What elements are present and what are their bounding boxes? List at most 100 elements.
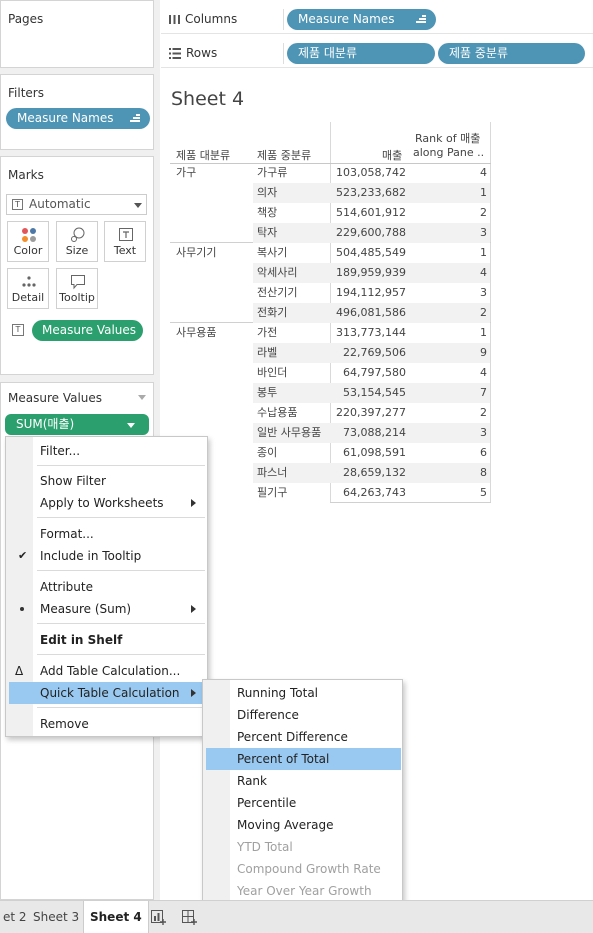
row-header-category[interactable]: 사무기기 <box>176 243 216 263</box>
row-header-subcategory[interactable]: 책장 <box>257 203 277 223</box>
sales-cell[interactable]: 64,263,743 <box>331 483 406 503</box>
row-header-subcategory[interactable]: 가구류 <box>257 163 287 183</box>
sales-cell[interactable]: 103,058,742 <box>331 163 406 183</box>
rank-cell[interactable]: 7 <box>410 383 487 403</box>
row-header-category[interactable]: 사무용품 <box>176 323 216 343</box>
submenu-item-ytd-total[interactable]: YTD Total <box>206 836 401 858</box>
header-sales[interactable]: 매출 <box>382 147 402 163</box>
columns-shelf[interactable]: Columns Measure Names <box>161 5 593 34</box>
sales-cell[interactable]: 53,154,545 <box>331 383 406 403</box>
tab-sheet-3[interactable]: Sheet 3 <box>27 901 85 933</box>
row-header-subcategory[interactable]: 봉투 <box>257 383 277 403</box>
rows-pill-category[interactable]: 제품 대분류 <box>287 43 435 64</box>
sales-cell[interactable]: 220,397,277 <box>331 403 406 423</box>
rank-cell[interactable]: 8 <box>410 463 487 483</box>
menu-item-quick-table-calculation[interactable]: Quick Table Calculation <box>9 682 206 704</box>
sales-cell[interactable]: 64,797,580 <box>331 363 406 383</box>
mark-type-select[interactable]: T Automatic <box>6 194 147 215</box>
rows-shelf[interactable]: Rows 제품 대분류 제품 중분류 <box>161 39 593 68</box>
header-rank-line2[interactable]: along Pane .. <box>413 146 484 159</box>
menu-item-show-filter[interactable]: Show Filter <box>9 470 206 492</box>
tooltip-button[interactable]: Tooltip <box>56 268 98 309</box>
row-header-subcategory[interactable]: 일반 사무용품 <box>257 423 321 443</box>
row-header-subcategory[interactable]: 악세사리 <box>257 263 297 283</box>
header-subcategory[interactable]: 제품 중분류 <box>257 147 311 163</box>
sales-cell[interactable]: 28,659,132 <box>331 463 406 483</box>
color-button[interactable]: Color <box>7 221 49 262</box>
filter-pill-measure-names[interactable]: Measure Names <box>6 108 150 129</box>
rank-cell[interactable]: 5 <box>410 483 487 503</box>
sales-cell[interactable]: 194,112,957 <box>331 283 406 303</box>
submenu-item-year-over-year-growth[interactable]: Year Over Year Growth <box>206 880 401 902</box>
marks-pill-measure-values[interactable]: Measure Values <box>32 320 143 341</box>
new-dashboard-icon[interactable] <box>182 910 198 925</box>
size-button[interactable]: Size <box>56 221 98 262</box>
sales-cell[interactable]: 22,769,506 <box>331 343 406 363</box>
sales-cell[interactable]: 229,600,788 <box>331 223 406 243</box>
sales-cell[interactable]: 73,088,214 <box>331 423 406 443</box>
row-header-subcategory[interactable]: 탁자 <box>257 223 277 243</box>
submenu-item-percentile[interactable]: Percentile <box>206 792 401 814</box>
sales-cell[interactable]: 523,233,682 <box>331 183 406 203</box>
menu-item-apply-to-worksheets[interactable]: Apply to Worksheets <box>9 492 206 514</box>
rank-cell[interactable]: 4 <box>410 163 487 183</box>
tab-sheet-4[interactable]: Sheet 4 <box>83 901 149 933</box>
row-header-subcategory[interactable]: 수납용품 <box>257 403 297 423</box>
menu-item-measure-sum[interactable]: Measure (Sum) <box>9 598 206 620</box>
row-header-subcategory[interactable]: 가전 <box>257 323 277 343</box>
menu-item-remove[interactable]: Remove <box>9 713 206 735</box>
sales-cell[interactable]: 313,773,144 <box>331 323 406 343</box>
filters-card[interactable]: Filters Measure Names <box>0 74 154 150</box>
menu-item-attribute[interactable]: Attribute <box>9 576 206 598</box>
row-header-subcategory[interactable]: 필기구 <box>257 483 287 503</box>
submenu-item-rank[interactable]: Rank <box>206 770 401 792</box>
submenu-item-difference[interactable]: Difference <box>206 704 401 726</box>
card-menu-caret-icon[interactable] <box>138 395 146 400</box>
submenu-item-percent-difference[interactable]: Percent Difference <box>206 726 401 748</box>
header-rank-line1[interactable]: Rank of 매출 <box>415 130 480 146</box>
sales-cell[interactable]: 514,601,912 <box>331 203 406 223</box>
row-header-subcategory[interactable]: 바인더 <box>257 363 287 383</box>
submenu-item-moving-average[interactable]: Moving Average <box>206 814 401 836</box>
rank-cell[interactable]: 3 <box>410 283 487 303</box>
menu-item-filter[interactable]: Filter... <box>9 440 206 462</box>
row-header-subcategory[interactable]: 전화기 <box>257 303 287 323</box>
rank-cell[interactable]: 9 <box>410 343 487 363</box>
row-header-subcategory[interactable]: 전산기기 <box>257 283 297 303</box>
pill-dropdown-icon[interactable] <box>127 423 135 428</box>
row-header-category[interactable]: 가구 <box>176 163 196 183</box>
rank-cell[interactable]: 3 <box>410 223 487 243</box>
new-worksheet-icon[interactable] <box>151 910 167 925</box>
rank-cell[interactable]: 1 <box>410 183 487 203</box>
rank-cell[interactable]: 3 <box>410 423 487 443</box>
rank-cell[interactable]: 2 <box>410 403 487 423</box>
rank-cell[interactable]: 1 <box>410 243 487 263</box>
submenu-item-percent-of-total[interactable]: Percent of Total <box>206 748 401 770</box>
row-header-subcategory[interactable]: 라벨 <box>257 343 277 363</box>
menu-item-edit-in-shelf[interactable]: Edit in Shelf <box>9 629 206 651</box>
rank-cell[interactable]: 2 <box>410 303 487 323</box>
rank-cell[interactable]: 4 <box>410 263 487 283</box>
sales-cell[interactable]: 504,485,549 <box>331 243 406 263</box>
submenu-item-running-total[interactable]: Running Total <box>206 682 401 704</box>
menu-item-add-table-calculation[interactable]: Δ Add Table Calculation... <box>9 660 206 682</box>
text-button[interactable]: Text <box>104 221 146 262</box>
row-header-subcategory[interactable]: 파스너 <box>257 463 287 483</box>
rank-cell[interactable]: 6 <box>410 443 487 463</box>
sales-cell[interactable]: 189,959,939 <box>331 263 406 283</box>
sum-sales-pill[interactable]: SUM(매출) <box>5 414 149 435</box>
rank-cell[interactable]: 4 <box>410 363 487 383</box>
row-header-subcategory[interactable]: 의자 <box>257 183 277 203</box>
menu-item-include-in-tooltip[interactable]: ✔ Include in Tooltip <box>9 545 206 567</box>
rank-cell[interactable]: 1 <box>410 323 487 343</box>
rows-pill-subcategory[interactable]: 제품 중분류 <box>438 43 585 64</box>
row-header-subcategory[interactable]: 종이 <box>257 443 277 463</box>
row-header-subcategory[interactable]: 복사기 <box>257 243 287 263</box>
sales-cell[interactable]: 496,081,586 <box>331 303 406 323</box>
submenu-item-compound-growth-rate[interactable]: Compound Growth Rate <box>206 858 401 880</box>
header-category[interactable]: 제품 대분류 <box>176 147 230 163</box>
sales-cell[interactable]: 61,098,591 <box>331 443 406 463</box>
columns-pill-measure-names[interactable]: Measure Names <box>287 9 436 30</box>
menu-item-format[interactable]: Format... <box>9 523 206 545</box>
rank-cell[interactable]: 2 <box>410 203 487 223</box>
